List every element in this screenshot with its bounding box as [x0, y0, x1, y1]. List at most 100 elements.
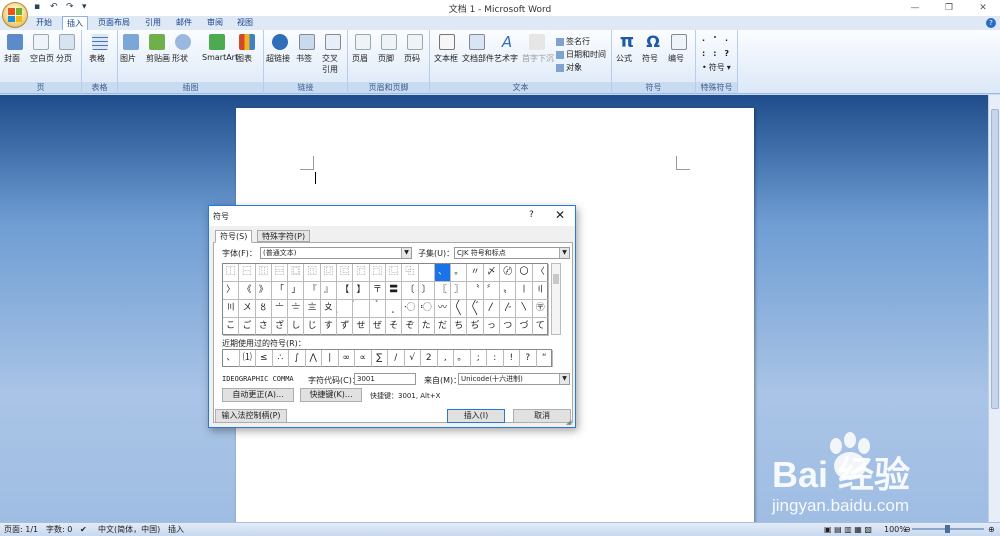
- symbol-cell[interactable]: 〡: [516, 282, 533, 300]
- textbox-button[interactable]: 文本框: [434, 34, 460, 63]
- symbol-cell[interactable]: つ: [500, 318, 517, 336]
- tab-page-layout[interactable]: 页面布局: [94, 16, 134, 30]
- tab-references[interactable]: 引用: [141, 16, 165, 30]
- cancel-button[interactable]: 取消: [513, 409, 571, 423]
- symbol-cell[interactable]: っ: [483, 318, 501, 336]
- symbol-cell[interactable]: 、: [434, 264, 452, 282]
- symbol-cell[interactable]: こ: [223, 318, 240, 336]
- status-insert-mode[interactable]: 插入: [168, 523, 184, 536]
- symbol-cell[interactable]: 》: [255, 282, 272, 300]
- recent-symbol-cell[interactable]: ?: [520, 350, 537, 367]
- symbol-cell[interactable]: 〕: [418, 282, 435, 300]
- zoom-slider[interactable]: [912, 525, 984, 533]
- symbol-cell[interactable]: ざ: [271, 318, 289, 336]
- page-number-button[interactable]: 页码: [404, 34, 426, 63]
- recent-symbol-cell[interactable]: 2: [421, 350, 438, 367]
- symbol-cell[interactable]: ご: [239, 318, 256, 336]
- symbol-cell[interactable]: 【: [337, 282, 354, 300]
- recent-symbol-cell[interactable]: “: [537, 350, 553, 367]
- symbol-cell[interactable]: 〢: [532, 282, 549, 300]
- symbol-cell[interactable]: 〶: [532, 300, 549, 318]
- font-select[interactable]: (普通文本) ▼: [260, 247, 412, 259]
- dialog-help-button[interactable]: ?: [529, 210, 534, 220]
- symbol-cell[interactable]: 〔: [402, 282, 419, 300]
- symbol-cell[interactable]: 〓: [385, 282, 403, 300]
- symbol-cell[interactable]: 《: [239, 282, 256, 300]
- symbol-cell[interactable]: 〦: [271, 300, 289, 318]
- symbol-cell[interactable]: 』: [320, 282, 338, 300]
- recent-symbol-cell[interactable]: 。: [454, 350, 471, 367]
- object-button[interactable]: 对象: [556, 62, 582, 73]
- symbol-cell[interactable]: ⿱: [239, 264, 256, 282]
- page-break-button[interactable]: 分页: [56, 34, 78, 63]
- symbol-cell[interactable]: 〣: [223, 300, 240, 318]
- symbol-cell[interactable]: 】: [353, 282, 370, 300]
- restore-button[interactable]: ❐: [932, 0, 966, 16]
- cover-page-button[interactable]: 封面: [4, 34, 26, 63]
- symbol-cell[interactable]: 〗: [451, 282, 468, 300]
- symbol-cell[interactable]: 〱: [451, 300, 468, 318]
- symbol-cell[interactable]: だ: [434, 318, 452, 336]
- symbol-cell[interactable]: ず: [337, 318, 354, 336]
- symbol-cell[interactable]: じ: [304, 318, 321, 336]
- hyperlink-button[interactable]: 超链接: [266, 34, 294, 63]
- symbol-cell[interactable]: さ: [255, 318, 272, 336]
- symbol-cell[interactable]: 」: [288, 282, 305, 300]
- status-page[interactable]: 页面: 1/1: [4, 523, 38, 536]
- symbol-cell[interactable]: 〲: [467, 300, 484, 318]
- special-symbols-row2[interactable]: ::?: [702, 49, 729, 58]
- symbol-cell[interactable]: 〥: [255, 300, 272, 318]
- special-symbol-button[interactable]: • 符号 ▾: [702, 62, 731, 73]
- header-button[interactable]: 页眉: [352, 34, 374, 63]
- recent-symbol-cell[interactable]: ⋀: [306, 350, 322, 367]
- symbol-cell[interactable]: ⿳: [271, 264, 289, 282]
- symbol-grid-scroll-thumb[interactable]: [553, 274, 559, 284]
- symbol-cell[interactable]: 〨: [304, 300, 321, 318]
- date-time-button[interactable]: 日期和时间: [556, 49, 606, 60]
- autocorrect-button[interactable]: 自动更正(A)...: [222, 388, 294, 402]
- symbol-cell[interactable]: 〭: [385, 300, 403, 318]
- recent-symbol-cell[interactable]: √: [405, 350, 421, 367]
- symbol-cell[interactable]: 〟: [500, 282, 517, 300]
- symbol-cell[interactable]: 〴: [500, 300, 517, 318]
- insert-button[interactable]: 插入(I): [447, 409, 505, 423]
- symbol-cell[interactable]: 〉: [223, 282, 240, 300]
- symbol-cell[interactable]: 〝: [467, 282, 484, 300]
- zoom-slider-thumb[interactable]: [945, 525, 950, 533]
- symbol-cell[interactable]: そ: [385, 318, 403, 336]
- dialog-close-button[interactable]: ✕: [555, 208, 565, 222]
- minimize-button[interactable]: —: [898, 0, 932, 16]
- symbol-cell[interactable]: 〇: [516, 264, 533, 282]
- symbol-cell[interactable]: 。: [451, 264, 468, 282]
- symbol-cell[interactable]: 「: [271, 282, 289, 300]
- numbering-button[interactable]: 编号: [668, 34, 690, 63]
- symbol-cell[interactable]: ⿶: [320, 264, 338, 282]
- symbol-cell[interactable]: 〯: [418, 300, 435, 318]
- tab-special-characters[interactable]: 特殊字符(P): [257, 230, 311, 242]
- recent-symbol-cell[interactable]: !: [504, 350, 520, 367]
- recent-symbol-cell[interactable]: ∝: [355, 350, 372, 367]
- symbol-cell[interactable]: 〒: [369, 282, 386, 300]
- symbol-cell[interactable]: づ: [516, 318, 533, 336]
- recent-symbol-cell[interactable]: ,: [438, 350, 454, 367]
- shapes-button[interactable]: 形状: [172, 34, 194, 63]
- subset-select[interactable]: CJK 符号和标点 ▼: [454, 247, 570, 259]
- symbol-cell[interactable]: て: [532, 318, 549, 336]
- cross-reference-button[interactable]: 交叉引用: [320, 34, 346, 74]
- tab-insert[interactable]: 插入: [62, 16, 88, 31]
- symbol-cell[interactable]: 〧: [288, 300, 305, 318]
- symbol-cell[interactable]: ⿺: [385, 264, 403, 282]
- symbol-cell[interactable]: ぢ: [467, 318, 484, 336]
- tab-home[interactable]: 开始: [32, 16, 56, 30]
- symbol-cell[interactable]: し: [288, 318, 305, 336]
- symbol-cell[interactable]: 〤: [239, 300, 256, 318]
- scrollbar-thumb[interactable]: [991, 109, 999, 409]
- symbol-grid-scrollbar[interactable]: [551, 263, 561, 335]
- table-button[interactable]: 表格: [89, 34, 111, 63]
- symbol-cell[interactable]: 〄: [500, 264, 517, 282]
- resize-grip-icon[interactable]: ◢: [566, 418, 574, 426]
- symbol-cell[interactable]: す: [320, 318, 338, 336]
- blank-page-button[interactable]: 空白页: [30, 34, 54, 63]
- symbol-cell[interactable]: 〃: [467, 264, 484, 282]
- symbol-cell[interactable]: ⿴: [288, 264, 305, 282]
